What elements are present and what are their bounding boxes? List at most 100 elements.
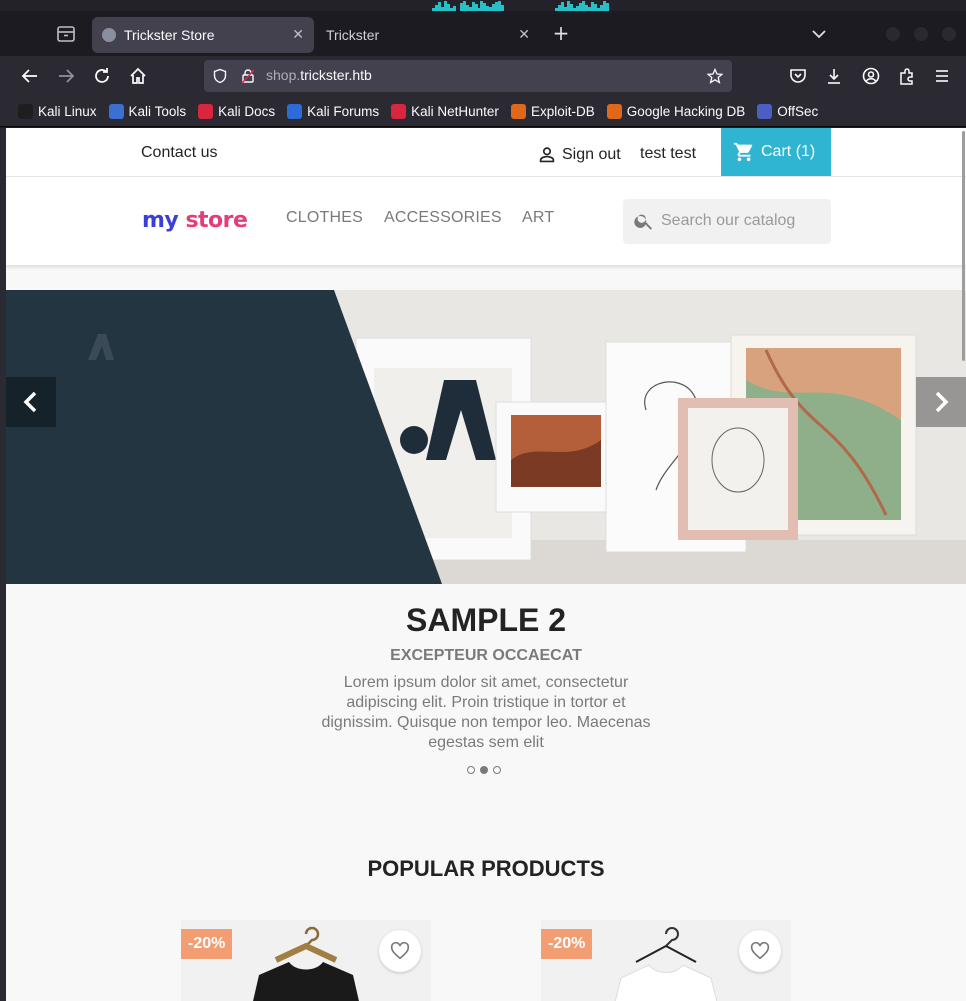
product-card[interactable]: -20% <box>181 920 431 1001</box>
account-name-link[interactable]: test test <box>640 145 696 163</box>
bookmark-kali-linux[interactable]: Kali Linux <box>18 103 97 119</box>
extensions-icon[interactable] <box>897 66 917 86</box>
bookmark-favicon-icon <box>510 103 526 119</box>
shield-icon[interactable] <box>212 68 228 84</box>
bookmark-kali-nethunter[interactable]: Kali NetHunter <box>391 103 499 119</box>
shopping-cart-icon <box>733 142 753 162</box>
tab-trickster[interactable]: Trickster ✕ <box>316 17 540 53</box>
bookmark-favicon-icon <box>198 103 214 119</box>
bookmark-label: Google Hacking DB <box>626 103 746 119</box>
cart-button[interactable]: Cart (1) <box>721 128 831 176</box>
chevron-down-icon[interactable] <box>808 23 830 45</box>
url-domain: trickster.htb <box>300 67 372 83</box>
url-subdomain: shop. <box>266 67 301 83</box>
search-box <box>623 199 831 244</box>
store-header-nav: Contact us Sign out test test Cart (1) <box>6 128 966 177</box>
bookmark-label: OffSec <box>777 103 819 119</box>
close-tab-icon[interactable]: ✕ <box>292 27 304 43</box>
home-icon[interactable] <box>128 66 148 86</box>
reload-icon[interactable] <box>92 66 112 86</box>
store-logo[interactable]: my store <box>142 208 248 233</box>
bookmark-label: Exploit-DB <box>530 103 595 119</box>
minimize-window-icon[interactable] <box>886 27 900 41</box>
activity-bar <box>606 3 609 11</box>
address-bar[interactable]: shop.trickster.htb <box>204 60 732 92</box>
carousel-next-button[interactable] <box>916 377 966 427</box>
store-header-top: my store CLOTHES ACCESSORIES ART <box>6 177 966 265</box>
menu-hamburger-icon[interactable] <box>932 66 952 86</box>
wishlist-button[interactable] <box>379 930 421 972</box>
logo-text-my: my <box>142 208 179 233</box>
bookmark-kali-forums[interactable]: Kali Forums <box>287 103 380 119</box>
back-arrow-icon[interactable] <box>20 66 40 86</box>
bookmark-star-icon[interactable] <box>706 67 724 84</box>
bookmark-favicon-icon <box>18 103 33 119</box>
account-icon[interactable] <box>861 66 881 86</box>
cart-label: Cart <box>761 143 792 160</box>
bookmark-favicon-icon <box>287 103 303 119</box>
bookmark-label: Kali Linux <box>38 103 97 119</box>
new-tab-icon[interactable]: + <box>550 23 572 45</box>
bookmark-favicon-icon <box>108 103 124 119</box>
slide-subtitle: EXCEPTEUR OCCAECAT <box>390 647 582 664</box>
sign-out-link[interactable]: Sign out <box>536 144 621 166</box>
bookmark-exploit-db[interactable]: Exploit-DB <box>510 103 595 119</box>
site-favicon-icon <box>102 28 116 42</box>
maximize-window-icon[interactable] <box>914 27 928 41</box>
discount-badge: -20% <box>541 929 593 959</box>
bookmark-kali-tools[interactable]: Kali Tools <box>108 103 186 119</box>
carousel-dot-2[interactable] <box>480 766 488 774</box>
slide-description: Lorem ipsum dolor sit amet, consectetur … <box>321 674 651 751</box>
tab-trickster-store[interactable]: Trickster Store ✕ <box>92 17 314 53</box>
bookmark-favicon-icon <box>606 103 622 119</box>
url-text[interactable]: shop.trickster.htb <box>266 67 372 83</box>
menu-art[interactable]: ART <box>522 209 554 227</box>
sign-out-label: Sign out <box>562 146 621 163</box>
close-window-icon[interactable] <box>942 27 956 41</box>
tab-title: Trickster Store <box>124 27 215 43</box>
close-tab-icon[interactable]: ✕ <box>518 27 530 43</box>
wishlist-button[interactable] <box>739 930 781 972</box>
hero-carousel <box>6 290 966 584</box>
heart-icon <box>750 941 770 960</box>
slide-title: SAMPLE 2 <box>405 602 567 638</box>
bookmark-label: Kali Forums <box>307 103 380 119</box>
navigation-toolbar: shop.trickster.htb <box>0 56 966 96</box>
chevron-right-icon <box>935 391 949 413</box>
pocket-icon[interactable] <box>788 66 808 86</box>
bookmark-label: Kali NetHunter <box>411 103 499 119</box>
carousel-dot-1[interactable] <box>467 766 475 774</box>
menu-clothes[interactable]: CLOTHES <box>286 209 363 227</box>
carousel-dot-3[interactable] <box>493 766 501 774</box>
tab-bar: Trickster Store ✕ Trickster ✕ + <box>0 11 966 56</box>
menu-accessories[interactable]: ACCESSORIES <box>384 209 502 227</box>
system-activity-strip <box>0 0 966 11</box>
bookmark-kali-docs[interactable]: Kali Docs <box>198 103 276 119</box>
downloads-icon[interactable] <box>824 66 844 86</box>
discount-badge: -20% <box>181 929 233 959</box>
page-scrollbar-thumb[interactable] <box>962 131 965 361</box>
tab-groups-icon[interactable] <box>56 25 76 43</box>
cart-count: (1) <box>795 143 816 160</box>
tab-title: Trickster <box>326 27 380 43</box>
contact-us-link[interactable]: Contact us <box>141 144 217 162</box>
heart-icon <box>390 941 410 960</box>
carousel-indicators <box>467 766 506 774</box>
logo-text-store: store <box>185 208 248 233</box>
insecure-lock-icon[interactable] <box>240 68 256 84</box>
bookmark-label: Kali Docs <box>218 103 276 119</box>
bookmark-favicon-icon <box>757 103 773 119</box>
chevron-left-icon <box>23 391 37 413</box>
search-input[interactable] <box>661 207 821 235</box>
bookmark-google-hacking-db[interactable]: Google Hacking DB <box>606 103 746 119</box>
search-icon[interactable] <box>633 210 655 232</box>
user-icon <box>539 147 555 163</box>
product-card[interactable]: -20% <box>541 920 791 1001</box>
carousel-prev-button[interactable] <box>6 377 56 427</box>
bookmarks-toolbar: Kali Linux Kali Tools Kali Docs Kali Forums… <box>0 96 966 127</box>
slide-logo-icon <box>88 334 114 360</box>
web-page: Contact us Sign out test test Cart (1) m… <box>6 128 966 1001</box>
bookmark-favicon-icon <box>391 103 407 119</box>
forward-arrow-icon[interactable] <box>56 66 76 86</box>
bookmark-offsec[interactable]: OffSec <box>757 103 819 119</box>
